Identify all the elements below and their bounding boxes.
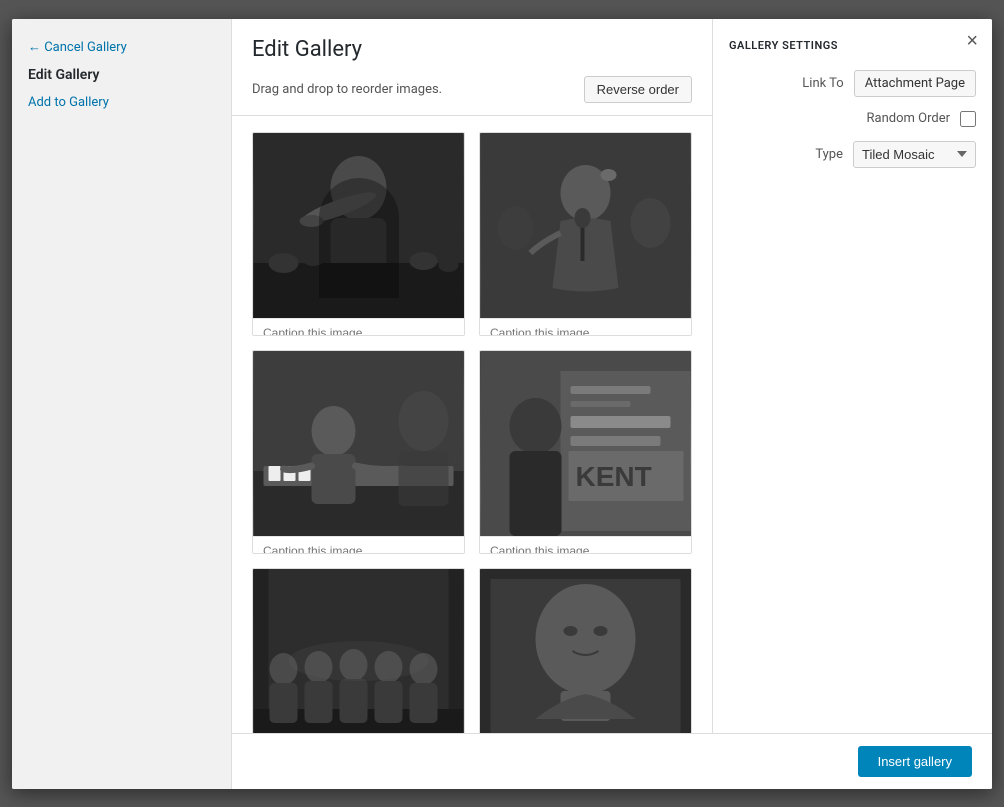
random-order-checkbox[interactable] [960, 111, 976, 127]
link-to-label: Link To [802, 76, 843, 91]
sidebar: ← Cancel Gallery Edit Gallery Add to Gal… [12, 19, 232, 789]
gallery-image-6 [480, 569, 691, 754]
gallery-image-3 [253, 351, 464, 536]
main-content: Edit Gallery Drag and drop to reorder im… [232, 19, 712, 789]
settings-section-title: GALLERY SETTINGS [729, 39, 976, 52]
gallery-item[interactable] [479, 132, 692, 336]
page-title: Edit Gallery [252, 37, 692, 62]
caption-input-2[interactable] [480, 318, 691, 336]
link-to-value[interactable]: Attachment Page [854, 70, 976, 97]
close-button[interactable]: × [966, 31, 978, 51]
drag-drop-hint: Drag and drop to reorder images. [252, 82, 442, 97]
gallery-image-5 [253, 569, 464, 754]
gallery-image-1 [253, 133, 464, 318]
gallery-image-4: KENT [480, 351, 691, 536]
gallery-item[interactable] [252, 132, 465, 336]
cancel-gallery-link[interactable]: ← Cancel Gallery [28, 39, 215, 55]
svg-text:KENT: KENT [576, 461, 652, 492]
toolbar: Drag and drop to reorder images. Reverse… [252, 76, 692, 115]
link-to-row: Link To Attachment Page [729, 70, 976, 97]
random-order-label: Random Order [867, 111, 951, 126]
add-to-gallery-link[interactable]: Add to Gallery [28, 95, 215, 110]
main-header: Edit Gallery Drag and drop to reorder im… [232, 19, 712, 116]
caption-input-3[interactable] [253, 536, 464, 554]
gallery-image-2 [480, 133, 691, 318]
type-select[interactable]: Tiled Mosaic Thumbnail Grid Slideshow Ti… [853, 141, 976, 168]
modal: × ← Cancel Gallery Edit Gallery Add to G… [12, 19, 992, 789]
settings-panel: GALLERY SETTINGS Link To Attachment Page… [712, 19, 992, 789]
caption-input-1[interactable] [253, 318, 464, 336]
reverse-order-button[interactable]: Reverse order [584, 76, 692, 103]
sidebar-edit-gallery-label: Edit Gallery [28, 67, 215, 83]
caption-input-4[interactable] [480, 536, 691, 554]
gallery-item[interactable]: KENT [479, 350, 692, 554]
random-order-row: Random Order [729, 111, 976, 127]
modal-footer: Insert gallery [232, 733, 712, 789]
gallery-item[interactable] [252, 350, 465, 554]
type-label: Type [815, 147, 843, 162]
type-row: Type Tiled Mosaic Thumbnail Grid Slidesh… [729, 141, 976, 168]
gallery-grid: KENT [232, 116, 712, 789]
